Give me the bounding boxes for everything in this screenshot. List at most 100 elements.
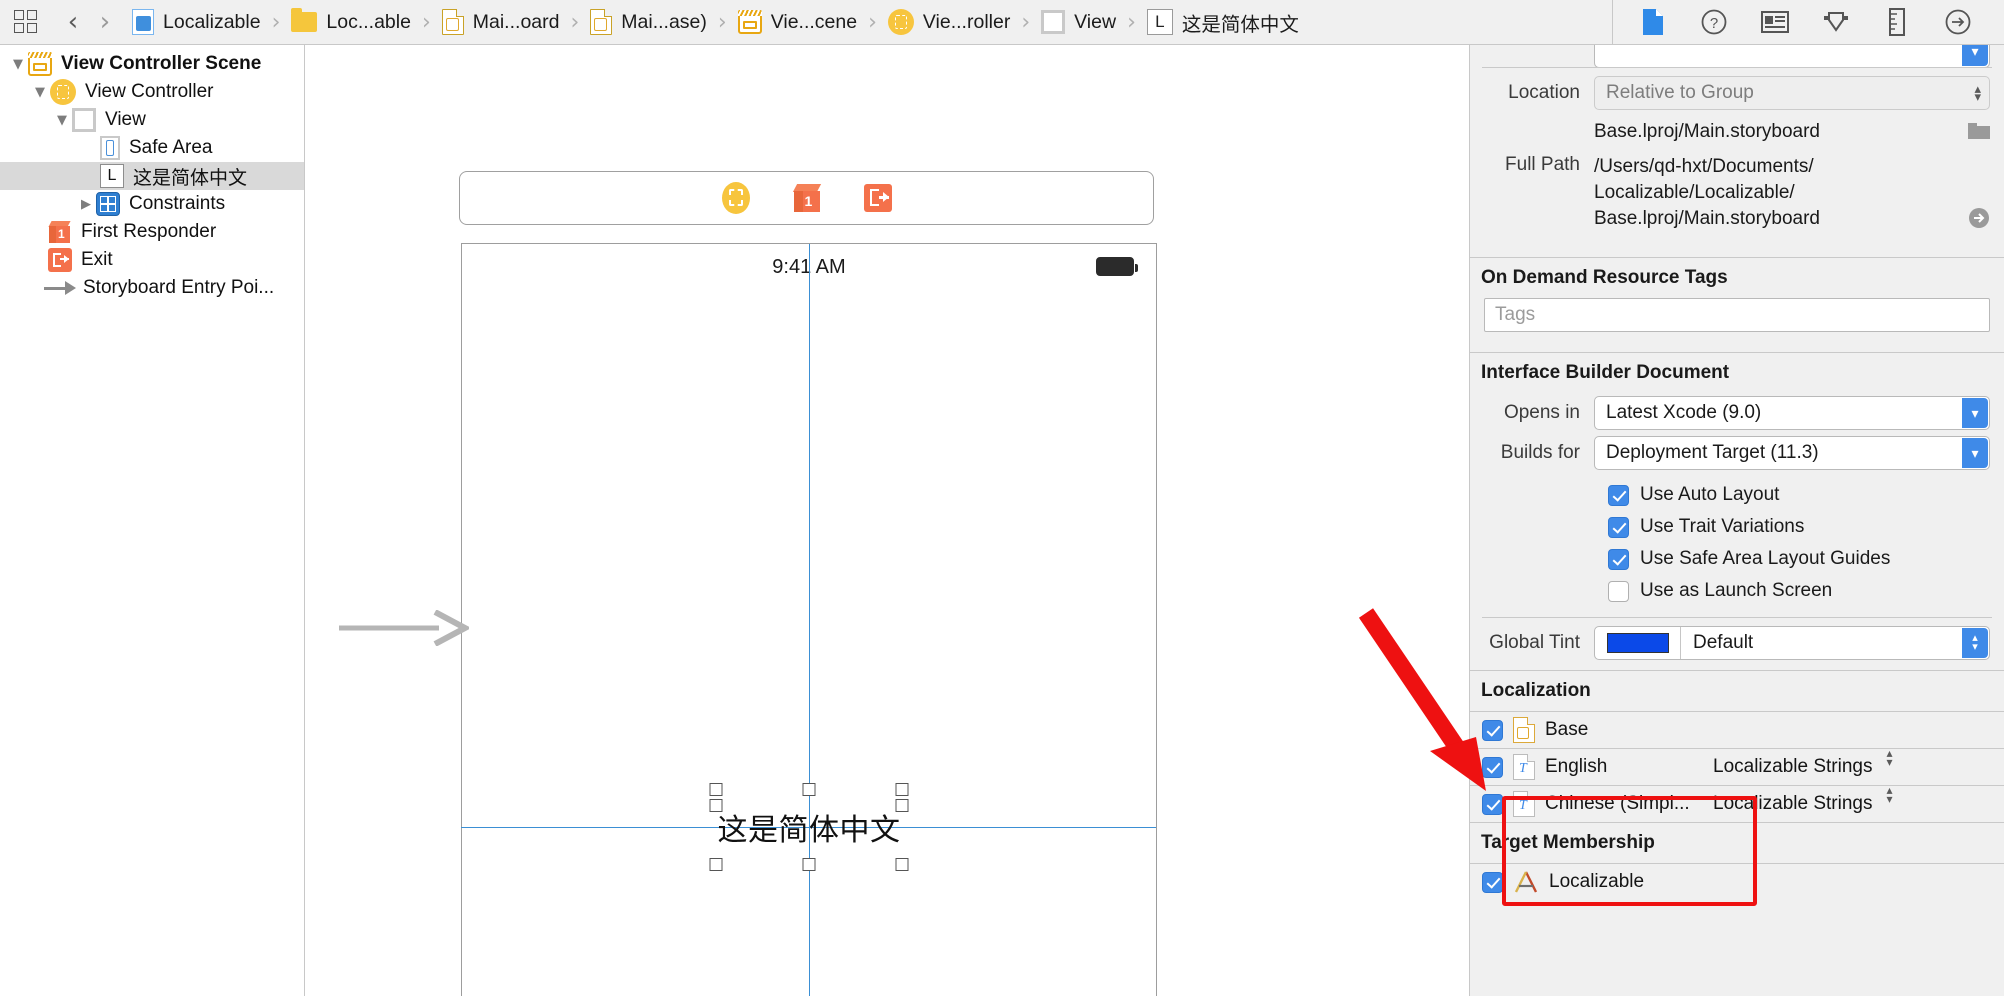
disclosure-triangle-icon[interactable]: ▶ xyxy=(76,197,96,212)
attributes-inspector-icon[interactable] xyxy=(1822,7,1850,37)
location-label: Location xyxy=(1470,82,1594,104)
size-inspector-icon[interactable] xyxy=(1883,7,1911,37)
first-responder-icon[interactable]: 1 xyxy=(792,183,822,213)
quick-help-inspector-icon[interactable]: ? xyxy=(1700,7,1728,37)
safe-area-icon xyxy=(100,136,120,160)
inspector-tab-bar: ? xyxy=(1639,7,1996,37)
localization-checkbox[interactable] xyxy=(1482,720,1503,741)
outline-row-label: Safe Area xyxy=(129,137,212,159)
grid-icon[interactable] xyxy=(14,10,38,34)
use-trait-variations-checkbox[interactable] xyxy=(1608,517,1629,538)
outline-row-entry-point[interactable]: Storyboard Entry Poi... xyxy=(0,274,304,302)
use-as-launch-screen-checkbox[interactable] xyxy=(1608,581,1629,602)
file-inspector-panel[interactable]: ▾ Location Relative to Group ▴▾ Base.lpr… xyxy=(1469,45,2004,996)
use-safe-area-layout-guides-row[interactable]: Use Safe Area Layout Guides xyxy=(1608,543,2004,575)
chevron-left-icon[interactable]: ‹ xyxy=(60,9,86,35)
localization-checkbox[interactable] xyxy=(1482,757,1503,778)
outline-row-label-selected[interactable]: L 这是简体中文 xyxy=(0,162,304,190)
resize-handle[interactable] xyxy=(896,799,909,812)
localization-row-chinese[interactable]: T Chinese (Simpl... Localizable Strings … xyxy=(1470,786,2004,822)
exit-icon[interactable] xyxy=(864,184,892,212)
view-icon xyxy=(72,108,96,132)
disclosure-triangle-icon[interactable]: ▼ xyxy=(30,85,50,100)
outline-row-scene[interactable]: ▼ View Controller Scene xyxy=(0,50,304,78)
localization-row-english[interactable]: T English Localizable Strings ▴▾ xyxy=(1470,749,2004,785)
breadcrumb-item-scene[interactable]: Vie...cene xyxy=(738,10,857,34)
connections-inspector-icon[interactable] xyxy=(1944,7,1972,37)
use-auto-layout-row[interactable]: Use Auto Layout xyxy=(1608,479,2004,511)
localization-row-base[interactable]: Base xyxy=(1470,712,2004,748)
outline-row-label: Storyboard Entry Poi... xyxy=(83,277,274,299)
outline-row-constraints[interactable]: ▶ Constraints xyxy=(0,190,304,218)
outline-row-first-responder[interactable]: 1 First Responder xyxy=(0,218,304,246)
disclosure-triangle-icon[interactable]: ▼ xyxy=(8,57,28,72)
outline-row-exit[interactable]: Exit xyxy=(0,246,304,274)
stepper-icon[interactable]: ▴▾ xyxy=(1886,786,1892,804)
tags-input[interactable]: Tags xyxy=(1484,298,1990,332)
file-inspector-icon[interactable] xyxy=(1639,7,1667,37)
first-responder-icon: 1 xyxy=(48,220,72,244)
breadcrumb-item-view-controller[interactable]: Vie...roller xyxy=(888,9,1010,35)
builds-for-popup[interactable]: Deployment Target (11.3) ▾ xyxy=(1594,436,1990,470)
builds-for-row: Builds for Deployment Target (11.3) ▾ xyxy=(1470,433,2004,473)
label-icon: L xyxy=(1147,9,1173,35)
folder-choose-icon[interactable] xyxy=(1968,123,1990,141)
outline-row-view-controller[interactable]: ▼ View Controller xyxy=(0,78,304,106)
type-popup[interactable]: ▾ xyxy=(1594,45,1990,67)
global-tint-popup[interactable]: Default ▴▾ xyxy=(1594,626,1990,660)
outline-row-label: View xyxy=(105,109,146,131)
document-outline[interactable]: ▼ View Controller Scene ▼ View Controlle… xyxy=(0,45,305,996)
resize-handle[interactable] xyxy=(710,783,723,796)
opens-in-popup[interactable]: Latest Xcode (9.0) ▾ xyxy=(1594,396,1990,430)
resize-handle[interactable] xyxy=(803,858,816,871)
resize-handle[interactable] xyxy=(710,799,723,812)
tint-color-swatch[interactable] xyxy=(1607,633,1669,653)
opens-in-row: Opens in Latest Xcode (9.0) ▾ xyxy=(1470,393,2004,433)
global-tint-row: Global Tint Default ▴▾ xyxy=(1470,618,2004,670)
breadcrumb-item-project[interactable]: Localizable xyxy=(132,9,261,35)
storyboard-document-icon xyxy=(442,9,464,35)
resize-handle[interactable] xyxy=(710,858,723,871)
breadcrumb-item-label[interactable]: L 这是简体中文 xyxy=(1147,8,1299,37)
disclosure-triangle-icon[interactable]: ▼ xyxy=(52,113,72,128)
selected-label[interactable]: 这是简体中文 xyxy=(718,805,901,849)
stepper-icon[interactable]: ▴▾ xyxy=(1974,85,1981,101)
outline-row-view[interactable]: ▼ View xyxy=(0,106,304,134)
breadcrumb-item-group[interactable]: Loc...able xyxy=(291,11,411,34)
resize-handle[interactable] xyxy=(896,858,909,871)
breadcrumb-separator: › xyxy=(570,10,579,35)
target-membership-row[interactable]: Localizable xyxy=(1470,864,2004,900)
location-popup[interactable]: Relative to Group ▴▾ xyxy=(1594,76,1990,110)
scene-icon xyxy=(738,10,762,34)
identity-inspector-icon[interactable] xyxy=(1761,7,1789,37)
use-as-launch-screen-row[interactable]: Use as Launch Screen xyxy=(1608,575,2004,607)
stepper-icon[interactable]: ▴▾ xyxy=(1962,628,1988,658)
resize-handle[interactable] xyxy=(896,783,909,796)
breadcrumb-item-view[interactable]: View xyxy=(1041,10,1116,34)
view-controller-icon[interactable] xyxy=(722,182,750,214)
arrow-right-circle-icon[interactable] xyxy=(1968,207,1990,229)
localization-name: English xyxy=(1545,756,1713,778)
opens-in-value: Latest Xcode (9.0) xyxy=(1606,402,1761,424)
target-membership-checkbox[interactable] xyxy=(1482,872,1503,893)
use-safe-area-layout-guides-checkbox[interactable] xyxy=(1608,549,1629,570)
scene-dock[interactable]: 1 xyxy=(459,171,1154,225)
jump-bar: ‹ › Localizable › Loc...able › Mai. xyxy=(0,0,2004,45)
use-auto-layout-checkbox[interactable] xyxy=(1608,485,1629,506)
view-controller-icon xyxy=(888,9,914,35)
device-view[interactable]: 9:41 AM 这是简体中文 xyxy=(461,243,1157,996)
use-trait-variations-row[interactable]: Use Trait Variations xyxy=(1608,511,2004,543)
localization-type: Localizable Strings xyxy=(1713,793,1872,815)
breadcrumb-item-storyboard[interactable]: Mai...oard xyxy=(442,9,560,35)
chevron-right-icon[interactable]: › xyxy=(92,9,118,35)
interface-builder-canvas[interactable]: 1 9:41 AM 这是简体中文 xyxy=(305,45,1469,996)
resize-handle[interactable] xyxy=(803,783,816,796)
breadcrumb-item-storyboard-base[interactable]: Mai...ase) xyxy=(590,9,707,35)
stepper-icon[interactable]: ▴▾ xyxy=(1886,749,1892,767)
chevron-down-icon: ▾ xyxy=(1962,438,1988,468)
outline-row-safe-area[interactable]: Safe Area xyxy=(0,134,304,162)
breadcrumb: Localizable › Loc...able › Mai...oard › xyxy=(132,8,1299,37)
storyboard-document-icon xyxy=(590,9,612,35)
breadcrumb-separator: › xyxy=(422,10,431,35)
localization-checkbox[interactable] xyxy=(1482,794,1503,815)
